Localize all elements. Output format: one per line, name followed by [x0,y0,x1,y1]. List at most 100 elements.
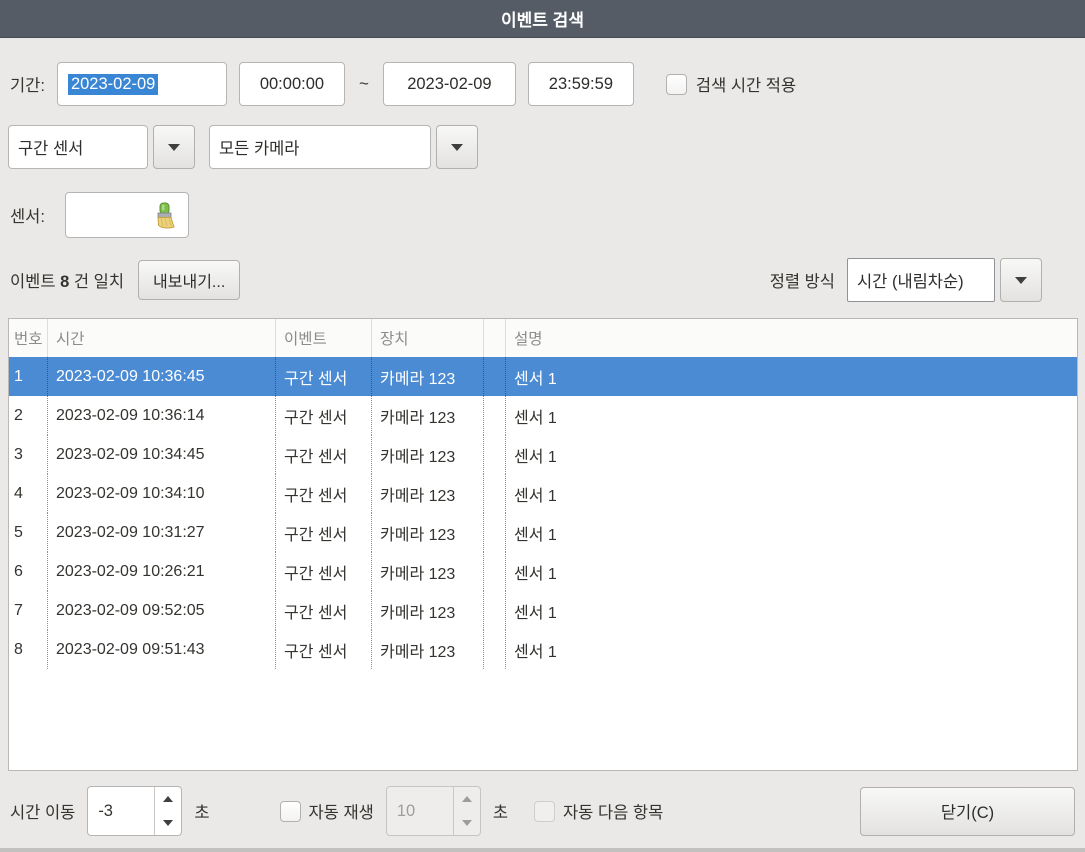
arrow-up-icon [462,796,472,802]
sensor-input[interactable] [65,192,189,238]
table-cell: 2023-02-09 09:52:05 [48,591,276,630]
column-header-장치: 장치 [372,319,484,357]
table-row[interactable]: 12023-02-09 10:36:45구간 센서카메라 123센서 1 [9,357,1077,396]
table-cell: 구간 센서 [276,552,372,591]
table-cell: 센서 1 [506,552,1077,591]
table-cell: 2023-02-09 10:34:45 [48,435,276,474]
event-search-dialog: 이벤트 검색 기간: 2023-02-09 00:00:00 ~ 2023-02… [0,0,1085,852]
table-cell: 구간 센서 [276,357,372,396]
table-cell [484,630,506,669]
table-cell: 센서 1 [506,591,1077,630]
column-header-설명: 설명 [506,319,1077,357]
table-row[interactable]: 32023-02-09 10:34:45구간 센서카메라 123센서 1 [9,435,1077,474]
time-shift-spin-up-button[interactable] [155,787,181,811]
range-separator: ~ [357,74,371,94]
table-cell: 구간 센서 [276,396,372,435]
period-label: 기간: [10,72,45,96]
end-time-input[interactable]: 23:59:59 [528,62,634,106]
table-cell: 1 [9,357,48,396]
table-row[interactable]: 72023-02-09 09:52:05구간 센서카메라 123센서 1 [9,591,1077,630]
chevron-down-icon [451,144,463,151]
time-shift-spin-down-button[interactable] [155,811,181,835]
dialog-title: 이벤트 검색 [501,6,584,31]
table-cell: 카메라 123 [372,357,484,396]
table-cell [484,591,506,630]
table-cell: 구간 센서 [276,435,372,474]
brush-icon[interactable] [151,202,176,229]
table-cell: 카메라 123 [372,435,484,474]
table-cell: 2023-02-09 10:26:21 [48,552,276,591]
table-cell: 센서 1 [506,513,1077,552]
table-cell: 7 [9,591,48,630]
table-cell [484,552,506,591]
result-count-value: 8 [60,273,69,291]
table-cell: 카메라 123 [372,630,484,669]
table-cell: 카메라 123 [372,591,484,630]
table-cell [484,513,506,552]
table-cell: 8 [9,630,48,669]
table-cell: 5 [9,513,48,552]
sort-mode-combo-button[interactable] [1000,258,1042,302]
column-header-spacer [484,319,506,357]
start-date-input[interactable]: 2023-02-09 [57,62,227,106]
export-button[interactable]: 내보내기... [138,260,240,300]
event-type-combo-button[interactable] [153,125,195,169]
arrow-down-icon [462,820,472,826]
time-shift-value[interactable]: -3 [88,787,154,835]
table-cell: 카메라 123 [372,396,484,435]
column-header-시간: 시간 [48,319,276,357]
column-header-이벤트: 이벤트 [276,319,372,357]
table-row[interactable]: 22023-02-09 10:36:14구간 센서카메라 123센서 1 [9,396,1077,435]
autoplay-label: 자동 재생 [309,799,374,823]
table-cell: 6 [9,552,48,591]
autoplay-checkbox[interactable] [280,801,301,822]
table-cell: 2023-02-09 10:36:14 [48,396,276,435]
autoplay-interval-value: 10 [387,787,453,835]
event-table-header: 번호시간이벤트장치 설명 [9,319,1077,357]
autoplay-interval-spin-down-button [454,811,480,835]
time-shift-spinner[interactable]: -3 [87,786,182,836]
arrow-up-icon [163,796,173,802]
end-date-input[interactable]: 2023-02-09 [383,62,516,106]
camera-combo-input[interactable]: 모든 카메라 [209,125,431,169]
chevron-down-icon [1015,277,1027,284]
sensor-label: 센서: [10,203,45,227]
result-count-text: 이벤트 8 건 일치 [10,268,124,292]
table-cell: 2 [9,396,48,435]
autoplay-interval-spinner: 10 [386,786,481,836]
table-row[interactable]: 52023-02-09 10:31:27구간 센서카메라 123센서 1 [9,513,1077,552]
chevron-down-icon [168,144,180,151]
table-row[interactable]: 82023-02-09 09:51:43구간 센서카메라 123 센서 1 [9,630,1077,669]
column-header-번호: 번호 [9,319,48,357]
table-cell [484,357,506,396]
table-cell: 센서 1 [506,630,1077,669]
time-shift-unit-label: 초 [194,799,209,823]
event-table: 번호시간이벤트장치설명 12023-02-09 10:36:45구간 센서카메라… [8,318,1078,771]
close-button[interactable]: 닫기(C) [860,787,1075,836]
auto-next-label: 자동 다음 항목 [563,799,663,823]
table-cell: 카메라 123 [372,552,484,591]
table-cell [484,435,506,474]
sort-mode-label: 정렬 방식 [770,268,835,292]
time-shift-label: 시간 이동 [10,799,75,823]
start-time-input[interactable]: 00:00:00 [239,62,345,106]
autoplay-interval-spin-up-button [454,787,480,811]
camera-combo-button[interactable] [436,125,478,169]
table-cell: 카메라 123 [372,513,484,552]
sort-mode-combo-input[interactable]: 시간 (내림차순) [847,258,995,302]
start-date-selected-text: 2023-02-09 [68,74,158,95]
apply-search-time-checkbox[interactable] [666,74,687,95]
arrow-down-icon [163,820,173,826]
table-cell [484,474,506,513]
event-type-combo-input[interactable]: 구간 센서 [8,125,148,169]
table-cell: 구간 센서 [276,474,372,513]
table-cell: 2023-02-09 10:34:10 [48,474,276,513]
table-row[interactable]: 62023-02-09 10:26:21구간 센서카메라 123 센서 1 [9,552,1077,591]
table-row[interactable]: 42023-02-09 10:34:10구간 센서카메라 123센서 1 [9,474,1077,513]
table-cell: 2023-02-09 09:51:43 [48,630,276,669]
table-cell: 3 [9,435,48,474]
table-cell: 2023-02-09 10:36:45 [48,357,276,396]
table-cell: 구간 센서 [276,630,372,669]
table-cell: 카메라 123 [372,474,484,513]
dialog-titlebar: 이벤트 검색 [0,0,1085,38]
